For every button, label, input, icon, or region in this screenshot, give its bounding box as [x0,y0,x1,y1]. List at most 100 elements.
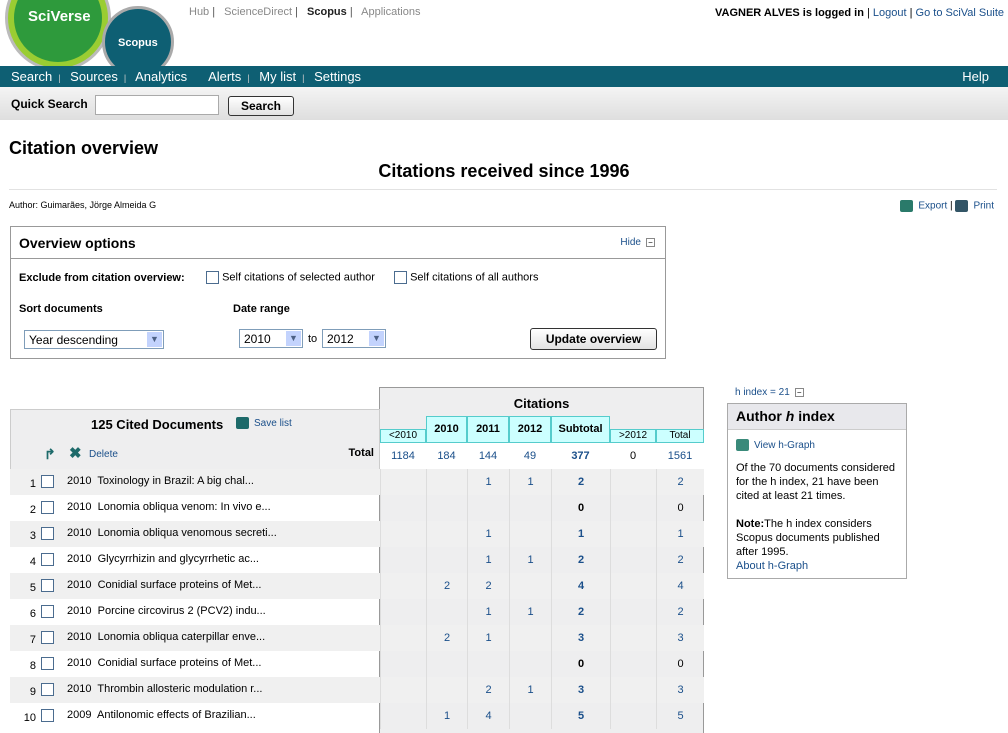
citation-cell[interactable]: 1 [467,469,509,495]
sort-select[interactable]: Year descending ▼ [24,330,164,349]
export-link[interactable]: Export [918,201,947,212]
delete-icon[interactable]: ✖ [69,444,82,462]
citation-cell[interactable]: 3 [551,677,610,703]
citation-cell[interactable]: 2 [467,677,509,703]
row-checkbox[interactable] [41,683,54,696]
citation-cell[interactable]: 2 [551,599,610,625]
logout-link[interactable]: Logout [873,7,907,19]
table-row: 8 2010 Conidial surface proteins of Met.… [10,651,704,677]
row-checkbox[interactable] [41,579,54,592]
citation-cell[interactable]: 2 [551,469,610,495]
save-icon [236,417,249,430]
citation-cell[interactable]: 1 [509,547,551,573]
citation-cell[interactable]: 1 [467,599,509,625]
date-from-select[interactable]: 2010 ▼ [239,329,303,348]
citation-cell[interactable]: 1 [509,677,551,703]
document-title[interactable]: 2010 Glycyrrhizin and glycyrrhetic ac... [67,553,259,565]
document-title[interactable]: 2010 Lonomia obliqua venom: In vivo e... [67,501,271,513]
nav-analytics[interactable]: Analytics [135,69,187,84]
view-h-graph-link[interactable]: View h-Graph [754,440,815,451]
total-cell[interactable]: 184 [426,443,467,469]
citation-cell[interactable]: 3 [551,625,610,651]
nav-search[interactable]: Search [11,69,52,84]
citation-cell[interactable]: 1 [467,521,509,547]
citation-cell[interactable]: 1 [426,703,467,729]
collapse-icon[interactable]: − [646,237,655,247]
nav-settings[interactable]: Settings [314,69,361,84]
citation-cell[interactable]: 2 [656,469,704,495]
delete-link[interactable]: Delete [89,449,118,460]
citation-cell[interactable]: 1 [509,599,551,625]
citation-cell[interactable]: 2 [426,573,467,599]
citation-cell[interactable]: 1 [467,547,509,573]
self-citations-all-checkbox[interactable] [394,271,407,284]
total-cell[interactable]: 49 [509,443,551,469]
nav-sources[interactable]: Sources [70,69,118,84]
save-list-link[interactable]: Save list [254,418,292,429]
citation-cell[interactable]: 4 [656,573,704,599]
h-index-link[interactable]: h index = 21 [735,387,790,398]
document-title[interactable]: 2010 Lonomia obliqua venomous secreti... [67,527,277,539]
total-cell[interactable]: 1561 [656,443,704,469]
citation-cell[interactable]: 5 [656,703,704,729]
quick-search-button[interactable]: Search [228,96,294,116]
nav-my-list[interactable]: My list [259,69,296,84]
hide-link[interactable]: Hide [620,237,641,248]
citation-cell [426,521,467,547]
citation-cell[interactable]: 2 [426,625,467,651]
citation-cell[interactable]: 3 [656,677,704,703]
row-checkbox[interactable] [41,605,54,618]
applications-link[interactable]: Applications [361,6,420,18]
document-title[interactable]: 2010 Conidial surface proteins of Met... [67,657,261,669]
citation-cell[interactable]: 3 [656,625,704,651]
scival-link[interactable]: Go to SciVal Suite [916,7,1004,19]
nav-help[interactable]: Help [962,69,989,84]
document-title[interactable]: 2010 Thrombin allosteric modulation r... [67,683,262,695]
citation-cell[interactable]: 2 [656,547,704,573]
document-title[interactable]: 2010 Porcine circovirus 2 (PCV2) indu... [67,605,266,617]
collapse-icon[interactable]: − [794,387,804,397]
move-icon[interactable]: ↱ [44,446,56,463]
citation-cell[interactable]: 5 [551,703,610,729]
citation-cell[interactable]: 4 [551,573,610,599]
citation-cell[interactable]: 1 [467,625,509,651]
update-overview-button[interactable]: Update overview [530,328,657,350]
document-title[interactable]: 2009 Antilonomic effects of Brazilian... [67,709,256,721]
sciverse-logo[interactable]: SciVerse [8,0,108,68]
quick-search-input[interactable] [95,95,219,115]
row-checkbox[interactable] [41,631,54,644]
print-link[interactable]: Print [973,201,994,212]
citation-cell [509,495,551,521]
row-checkbox[interactable] [41,709,54,722]
citation-cell[interactable]: 1 [509,469,551,495]
citation-cell [610,703,656,729]
self-citations-selected-checkbox[interactable] [206,271,219,284]
table-row: 9 2010 Thrombin allosteric modulation r.… [10,677,704,703]
document-title[interactable]: 2010 Toxinology in Brazil: A big chal... [67,475,254,487]
column-header: <2010 [380,429,426,443]
total-cell[interactable]: 144 [467,443,509,469]
citation-cell[interactable]: 2 [551,547,610,573]
hub-link[interactable]: Hub [189,6,209,18]
document-title[interactable]: 2010 Lonomia obliqua caterpillar enve... [67,631,265,643]
total-cell[interactable]: 377 [551,443,610,469]
citation-cell[interactable]: 1 [656,521,704,547]
scopus-link[interactable]: Scopus [307,6,347,18]
row-checkbox[interactable] [41,527,54,540]
document-title[interactable]: 2010 Conidial surface proteins of Met... [67,579,261,591]
citation-cell[interactable]: 2 [467,573,509,599]
row-checkbox[interactable] [41,501,54,514]
citation-cell[interactable]: 1 [551,521,610,547]
row-checkbox[interactable] [41,657,54,670]
row-checkbox[interactable] [41,475,54,488]
row-checkbox[interactable] [41,553,54,566]
total-cell[interactable]: 1184 [380,443,426,469]
citation-cell [509,625,551,651]
sciencedirect-link[interactable]: ScienceDirect [224,6,292,18]
nav-alerts[interactable]: Alerts [208,69,241,84]
citation-cell [380,677,426,703]
about-h-graph-link[interactable]: About h-Graph [736,560,808,572]
date-to-select[interactable]: 2012 ▼ [322,329,386,348]
citation-cell[interactable]: 2 [656,599,704,625]
citation-cell[interactable]: 4 [467,703,509,729]
